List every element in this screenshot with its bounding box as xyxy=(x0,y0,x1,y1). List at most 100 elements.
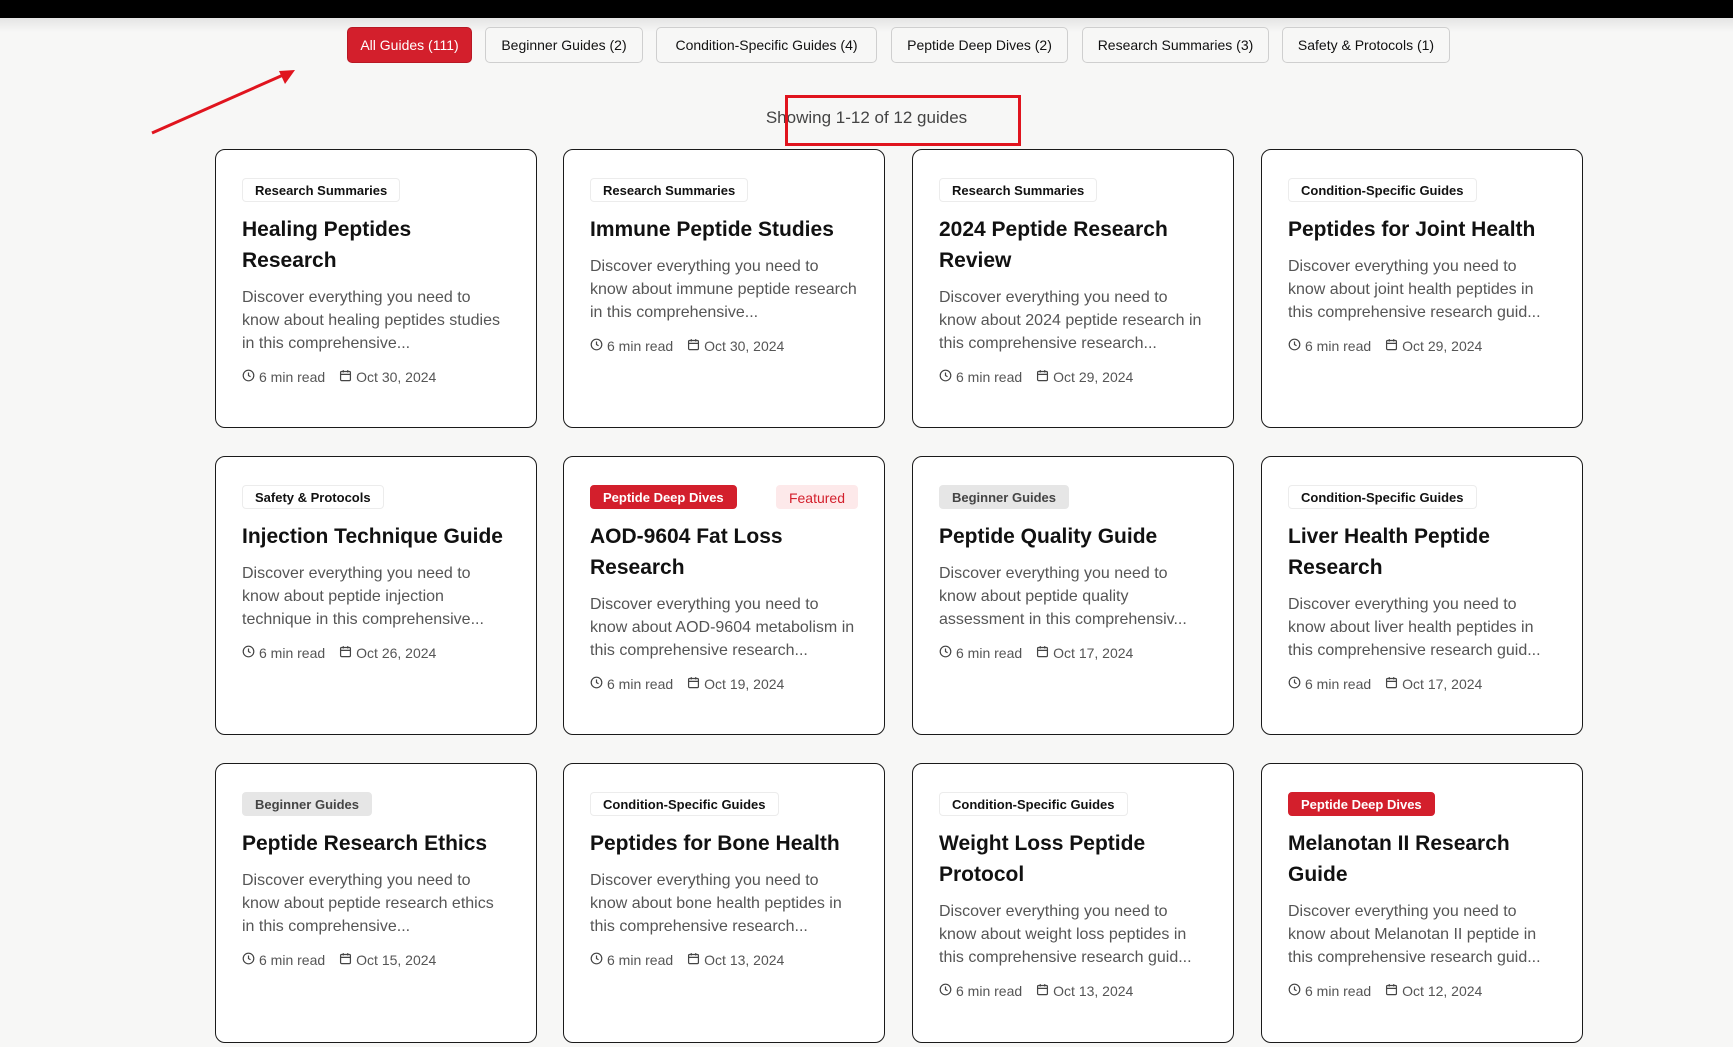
guide-description: Discover everything you need to know abo… xyxy=(939,903,1192,966)
clock-icon xyxy=(242,952,255,968)
guide-description: Discover everything you need to know abo… xyxy=(1288,903,1541,966)
card-badges: Beginner Guides xyxy=(939,485,1207,509)
card-badges: Condition-Specific Guides xyxy=(590,792,858,816)
category-badge: Beginner Guides xyxy=(939,485,1070,509)
guide-title[interactable]: Injection Technique Guide xyxy=(242,521,510,552)
guide-meta: 6 min read Oct 17, 2024 xyxy=(939,645,1207,661)
featured-badge: Featured xyxy=(775,485,858,509)
guide-meta: 6 min read Oct 26, 2024 xyxy=(242,645,510,661)
filter-peptide-deep-dives[interactable]: Peptide Deep Dives (2) xyxy=(891,27,1068,63)
category-badge: Peptide Deep Dives xyxy=(1288,792,1435,816)
guide-title[interactable]: Peptides for Bone Health xyxy=(590,828,858,859)
read-time: 6 min read xyxy=(607,952,674,968)
annotation-highlight-box xyxy=(785,95,1021,146)
calendar-icon xyxy=(687,952,700,968)
guide-title[interactable]: Weight Loss Peptide Protocol xyxy=(939,828,1207,890)
clock-icon xyxy=(242,369,255,385)
read-time: 6 min read xyxy=(607,338,674,354)
guide-title[interactable]: Melanotan II Research Guide xyxy=(1288,828,1556,890)
category-badge: Condition-Specific Guides xyxy=(1288,178,1477,202)
category-badge: Peptide Deep Dives xyxy=(590,485,737,509)
category-badge: Research Summaries xyxy=(242,178,401,202)
clock-icon xyxy=(590,676,603,692)
guide-card[interactable]: Peptide Deep Dives Melanotan II Research … xyxy=(1261,763,1583,1043)
clock-icon xyxy=(939,369,952,385)
guide-title[interactable]: Peptide Quality Guide xyxy=(939,521,1207,552)
read-time: 6 min read xyxy=(956,983,1023,999)
category-badge: Beginner Guides xyxy=(242,792,373,816)
publish-date: Oct 30, 2024 xyxy=(356,369,437,385)
calendar-icon xyxy=(339,369,352,385)
guide-card[interactable]: Peptide Deep Dives Featured AOD-9604 Fat L… xyxy=(563,456,885,735)
filter-all-guides[interactable]: All Guides (111) xyxy=(347,27,472,63)
guide-card[interactable]: Condition-Specific Guides Liver Health Pe… xyxy=(1261,456,1583,735)
guide-card[interactable]: Research Summaries Healing Peptides Resea… xyxy=(215,149,537,428)
guide-meta: 6 min read Oct 19, 2024 xyxy=(590,676,858,692)
card-badges: Condition-Specific Guides xyxy=(1288,485,1556,509)
guide-description: Discover everything you need to know abo… xyxy=(590,596,855,659)
guide-description: Discover everything you need to know abo… xyxy=(1288,258,1541,321)
category-badge: Condition-Specific Guides xyxy=(590,792,779,816)
category-badge: Condition-Specific Guides xyxy=(1288,485,1477,509)
publish-date: Oct 15, 2024 xyxy=(356,952,437,968)
guide-meta: 6 min read Oct 30, 2024 xyxy=(242,369,510,385)
guide-meta: 6 min read Oct 29, 2024 xyxy=(1288,338,1556,354)
guide-card[interactable]: Condition-Specific Guides Weight Loss Pep… xyxy=(912,763,1234,1043)
guide-card[interactable]: Safety & Protocols Injection Technique Gu… xyxy=(215,456,537,735)
read-time: 6 min read xyxy=(1305,338,1372,354)
guide-card[interactable]: Beginner Guides Peptide Research Ethics Di… xyxy=(215,763,537,1043)
clock-icon xyxy=(590,952,603,968)
guide-title[interactable]: Immune Peptide Studies xyxy=(590,214,858,245)
publish-date: Oct 13, 2024 xyxy=(1053,983,1134,999)
guide-title[interactable]: Peptides for Joint Health xyxy=(1288,214,1556,245)
filter-safety-protocols[interactable]: Safety & Protocols (1) xyxy=(1282,27,1450,63)
browser-top-bar xyxy=(0,0,1733,18)
guide-description: Discover everything you need to know abo… xyxy=(242,872,494,935)
guide-title[interactable]: Peptide Research Ethics xyxy=(242,828,510,859)
read-time: 6 min read xyxy=(1305,983,1372,999)
card-badges: Beginner Guides xyxy=(242,792,510,816)
read-time: 6 min read xyxy=(607,676,674,692)
clock-icon xyxy=(1288,676,1301,692)
guide-title[interactable]: Liver Health Peptide Research xyxy=(1288,521,1556,583)
annotation-arrow-icon xyxy=(151,70,295,135)
publish-date: Oct 19, 2024 xyxy=(704,676,785,692)
guide-title[interactable]: 2024 Peptide Research Review xyxy=(939,214,1207,276)
guide-title[interactable]: Healing Peptides Research xyxy=(242,214,510,276)
read-time: 6 min read xyxy=(956,645,1023,661)
category-filter-bar: All Guides (111) Beginner Guides (2) Con… xyxy=(0,27,1733,63)
calendar-icon xyxy=(687,338,700,354)
guide-card[interactable]: Beginner Guides Peptide Quality Guide Disc… xyxy=(912,456,1234,735)
category-badge: Condition-Specific Guides xyxy=(939,792,1128,816)
publish-date: Oct 13, 2024 xyxy=(704,952,785,968)
clock-icon xyxy=(939,983,952,999)
publish-date: Oct 12, 2024 xyxy=(1402,983,1483,999)
clock-icon xyxy=(1288,338,1301,354)
clock-icon xyxy=(1288,983,1301,999)
calendar-icon xyxy=(339,952,352,968)
guide-title[interactable]: AOD-9604 Fat Loss Research xyxy=(590,521,858,583)
calendar-icon xyxy=(1385,676,1398,692)
publish-date: Oct 29, 2024 xyxy=(1402,338,1483,354)
guide-card[interactable]: Condition-Specific Guides Peptides for Bo… xyxy=(563,763,885,1043)
guide-meta: 6 min read Oct 13, 2024 xyxy=(939,983,1207,999)
calendar-icon xyxy=(1385,338,1398,354)
card-badges: Condition-Specific Guides xyxy=(939,792,1207,816)
guide-description: Discover everything you need to know abo… xyxy=(939,289,1202,352)
card-badges: Safety & Protocols xyxy=(242,485,510,509)
guide-description: Discover everything you need to know abo… xyxy=(939,565,1187,628)
guide-card[interactable]: Research Summaries Immune Peptide Studies… xyxy=(563,149,885,428)
guide-card[interactable]: Research Summaries 2024 Peptide Research … xyxy=(912,149,1234,428)
filter-research-summaries[interactable]: Research Summaries (3) xyxy=(1082,27,1269,63)
category-badge: Safety & Protocols xyxy=(242,485,384,509)
filter-condition-specific-guides[interactable]: Condition-Specific Guides (4) xyxy=(656,27,877,63)
card-badges: Research Summaries xyxy=(590,178,858,202)
read-time: 6 min read xyxy=(259,369,326,385)
guide-meta: 6 min read Oct 30, 2024 xyxy=(590,338,858,354)
guide-card[interactable]: Condition-Specific Guides Peptides for Jo… xyxy=(1261,149,1583,428)
publish-date: Oct 17, 2024 xyxy=(1402,676,1483,692)
guide-meta: 6 min read Oct 29, 2024 xyxy=(939,369,1207,385)
filter-beginner-guides[interactable]: Beginner Guides (2) xyxy=(485,27,643,63)
card-badges: Condition-Specific Guides xyxy=(1288,178,1556,202)
guide-description: Discover everything you need to know abo… xyxy=(590,258,857,321)
